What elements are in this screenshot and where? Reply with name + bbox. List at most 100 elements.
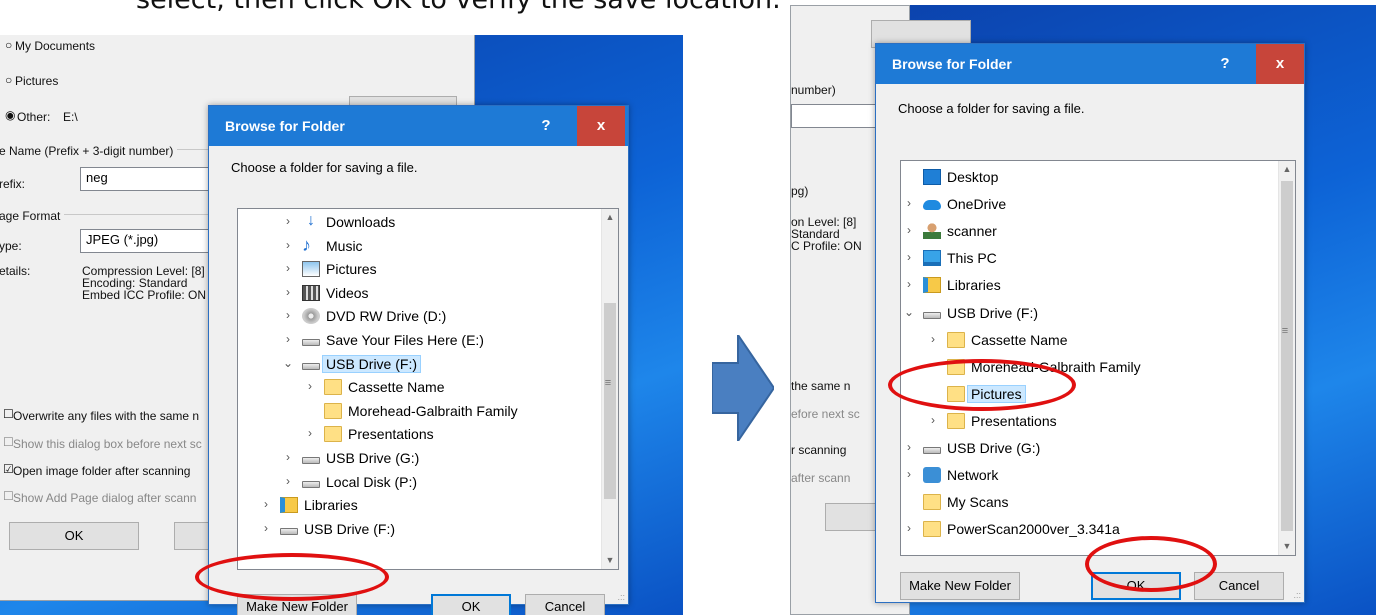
tree-item[interactable]: › scanner: [901, 220, 1278, 243]
tree-scrollbar[interactable]: ▲ ≡ ▼: [1278, 161, 1295, 555]
drive-icon: [280, 527, 298, 535]
expand-chevron-icon[interactable]: ›: [282, 214, 294, 228]
open-folder-checkbox[interactable]: Open image folder after scanning: [13, 464, 190, 478]
expand-chevron-icon[interactable]: ›: [927, 413, 939, 427]
overwrite-checkbox[interactable]: Overwrite any files with the same n: [13, 409, 199, 423]
tree-item[interactable]: My Scans: [901, 491, 1278, 514]
make-new-folder-button[interactable]: Make New Folder: [900, 572, 1020, 600]
expand-chevron-icon[interactable]: ›: [282, 285, 294, 299]
other-option[interactable]: Other:: [17, 110, 50, 124]
expand-chevron-icon[interactable]: ›: [282, 238, 294, 252]
expand-chevron-icon[interactable]: ›: [260, 497, 272, 511]
tree-item[interactable]: › Libraries: [238, 494, 601, 517]
expand-chevron-icon[interactable]: ›: [903, 250, 915, 264]
expand-chevron-icon[interactable]: ›: [903, 277, 915, 291]
tree-item[interactable]: ⌄ USB Drive (F:): [901, 302, 1278, 325]
expanded-chevron-icon[interactable]: ⌄: [282, 356, 294, 370]
dialog-title: Browse for Folder: [225, 118, 345, 134]
tree-item[interactable]: › ♪ Music: [238, 235, 601, 258]
expand-chevron-icon[interactable]: ›: [903, 440, 915, 454]
tree-item[interactable]: Desktop: [901, 166, 1278, 189]
drive-icon: [302, 480, 320, 488]
dialog-titlebar[interactable]: Browse for Folder ? x: [209, 106, 628, 146]
folder-tree[interactable]: › ↓ Downloads › ♪ Music › Pictures › Videos › DVD R…: [237, 208, 619, 570]
videos-icon: [302, 284, 320, 301]
show-dialog-fragment[interactable]: efore next sc: [791, 407, 860, 421]
resize-grip-icon[interactable]: .::: [617, 592, 625, 602]
tree-scrollbar[interactable]: ▲ ≡ ▼: [601, 209, 618, 569]
expand-chevron-icon[interactable]: ›: [282, 261, 294, 275]
tree-item[interactable]: Morehead-Galbraith Family: [238, 400, 601, 423]
tree-item[interactable]: › Libraries: [901, 274, 1278, 297]
dialog-title: Browse for Folder: [892, 56, 1012, 72]
expand-chevron-icon[interactable]: ›: [282, 332, 294, 346]
settings-ok-button[interactable]: OK: [9, 522, 139, 550]
tree-item[interactable]: › Cassette Name: [901, 329, 1278, 352]
tree-item[interactable]: › Videos: [238, 282, 601, 305]
tree-item[interactable]: › OneDrive: [901, 193, 1278, 216]
dialog-titlebar[interactable]: Browse for Folder ? x: [876, 44, 1304, 84]
expand-chevron-icon[interactable]: ›: [903, 521, 915, 535]
tree-item-label: USB Drive (G:): [947, 440, 1041, 456]
tree-item[interactable]: ⌄ USB Drive (F:): [238, 353, 601, 376]
next-step-arrow-icon: [712, 335, 774, 441]
expand-chevron-icon[interactable]: ›: [282, 308, 294, 322]
expand-chevron-icon[interactable]: ›: [903, 223, 915, 237]
tree-item[interactable]: › USB Drive (G:): [901, 437, 1278, 460]
expand-chevron-icon[interactable]: ›: [903, 196, 915, 210]
folder-icon: [947, 331, 965, 348]
tree-item[interactable]: › USB Drive (G:): [238, 447, 601, 470]
folder-tree[interactable]: Desktop › OneDrive › scanner › This PC › Librari…: [900, 160, 1296, 556]
scroll-up-icon[interactable]: ▲: [602, 209, 618, 226]
tree-item[interactable]: › Cassette Name: [238, 376, 601, 399]
expanded-chevron-icon[interactable]: ⌄: [903, 305, 915, 319]
tree-item[interactable]: › Local Disk (P:): [238, 471, 601, 494]
cancel-button[interactable]: Cancel: [525, 594, 605, 615]
prefix-label: refix:: [0, 177, 26, 191]
my-documents-option[interactable]: My Documents: [15, 39, 95, 53]
close-button[interactable]: x: [1256, 44, 1304, 84]
expand-chevron-icon[interactable]: ›: [282, 450, 294, 464]
tree-item[interactable]: › Pictures: [238, 258, 601, 281]
tree-item-label: Music: [326, 237, 363, 254]
scroll-thumb[interactable]: [604, 303, 616, 499]
dialog-instruction: Choose a folder for saving a file.: [898, 101, 1085, 116]
tree-item[interactable]: › ↓ Downloads: [238, 211, 601, 234]
resize-grip-icon[interactable]: .::: [1293, 590, 1301, 600]
add-page-fragment[interactable]: after scann: [791, 471, 850, 485]
tree-item[interactable]: › USB Drive (F:): [238, 518, 601, 541]
expand-chevron-icon[interactable]: ›: [304, 379, 316, 393]
pictures-option[interactable]: Pictures: [15, 74, 58, 88]
show-dialog-checkbox[interactable]: Show this dialog box before next sc: [13, 437, 202, 451]
scroll-grip-icon: ≡: [1281, 325, 1289, 337]
tree-item[interactable]: › Network: [901, 464, 1278, 487]
tree-item[interactable]: › This PC: [901, 247, 1278, 270]
expand-chevron-icon[interactable]: ›: [304, 426, 316, 440]
expand-chevron-icon[interactable]: ›: [927, 332, 939, 346]
open-folder-fragment[interactable]: r scanning: [791, 443, 846, 457]
tree-item[interactable]: › Presentations: [901, 410, 1278, 433]
expand-chevron-icon[interactable]: ›: [260, 521, 272, 535]
tree-item[interactable]: › PowerScan2000ver_3.341a: [901, 518, 1278, 541]
drive-icon: [302, 339, 320, 346]
help-button[interactable]: ?: [523, 106, 569, 146]
format-fragment: pg): [791, 184, 809, 198]
close-button[interactable]: x: [577, 106, 625, 146]
ok-button[interactable]: OK: [431, 594, 511, 615]
overwrite-fragment[interactable]: the same n: [791, 379, 850, 393]
folder-icon: [947, 412, 965, 429]
expand-chevron-icon[interactable]: ›: [903, 467, 915, 481]
scroll-up-icon[interactable]: ▲: [1279, 161, 1295, 178]
expand-chevron-icon[interactable]: ›: [282, 474, 294, 488]
tree-item-label: USB Drive (F:): [304, 520, 395, 537]
show-add-page-checkbox[interactable]: Show Add Page dialog after scann: [13, 491, 196, 505]
tree-item[interactable]: › Save Your Files Here (E:): [238, 329, 601, 352]
scroll-down-icon[interactable]: ▼: [1279, 538, 1295, 555]
network-icon: [923, 467, 941, 484]
folder-icon: [324, 426, 342, 443]
scroll-thumb[interactable]: [1281, 181, 1293, 531]
help-button[interactable]: ?: [1202, 44, 1248, 84]
tree-item[interactable]: › DVD RW Drive (D:): [238, 305, 601, 328]
scroll-down-icon[interactable]: ▼: [602, 552, 618, 569]
tree-item[interactable]: › Presentations: [238, 423, 601, 446]
